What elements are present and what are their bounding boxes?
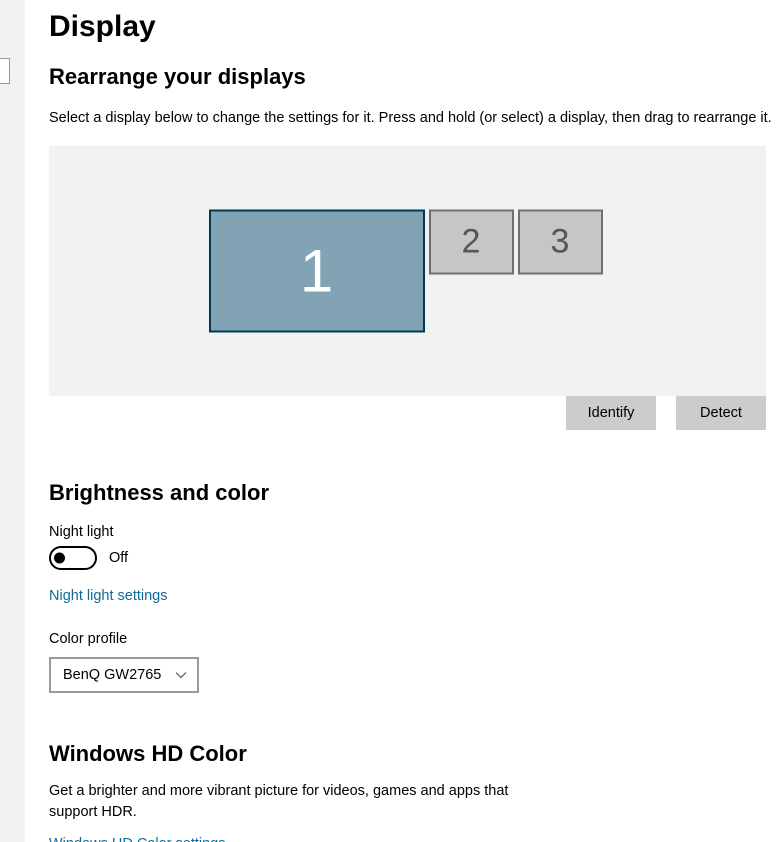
display-box-3[interactable]: 3	[518, 210, 603, 275]
sidebar-edge	[0, 0, 25, 842]
main-content: Display Rearrange your displays Select a…	[25, 0, 778, 842]
detect-button[interactable]: Detect	[676, 396, 766, 430]
page-title: Display	[49, 10, 778, 44]
color-profile-label: Color profile	[49, 631, 778, 647]
display-arrangement-area[interactable]: 1 2 3	[49, 146, 766, 396]
toggle-knob	[54, 553, 65, 564]
display-box-2[interactable]: 2	[429, 210, 514, 275]
color-profile-value: BenQ GW2765	[63, 667, 161, 683]
display-number: 1	[300, 237, 333, 306]
identify-button[interactable]: Identify	[566, 396, 656, 430]
hd-color-settings-link[interactable]: Windows HD Color settings	[49, 836, 225, 842]
night-light-settings-link[interactable]: Night light settings	[49, 588, 167, 604]
sidebar-item-partial[interactable]	[0, 58, 10, 84]
display-box-1[interactable]: 1	[209, 210, 425, 333]
chevron-down-icon	[175, 669, 187, 681]
hd-color-description: Get a brighter and more vibrant picture …	[49, 781, 509, 822]
rearrange-description: Select a display below to change the set…	[49, 108, 778, 128]
hd-color-heading: Windows HD Color	[49, 741, 778, 767]
rearrange-heading: Rearrange your displays	[49, 64, 778, 90]
night-light-state: Off	[109, 550, 128, 566]
display-number: 2	[462, 223, 481, 262]
night-light-toggle[interactable]	[49, 546, 97, 570]
night-light-label: Night light	[49, 524, 778, 540]
brightness-heading: Brightness and color	[49, 480, 778, 506]
display-number: 3	[551, 223, 570, 262]
color-profile-select[interactable]: BenQ GW2765	[49, 657, 199, 693]
